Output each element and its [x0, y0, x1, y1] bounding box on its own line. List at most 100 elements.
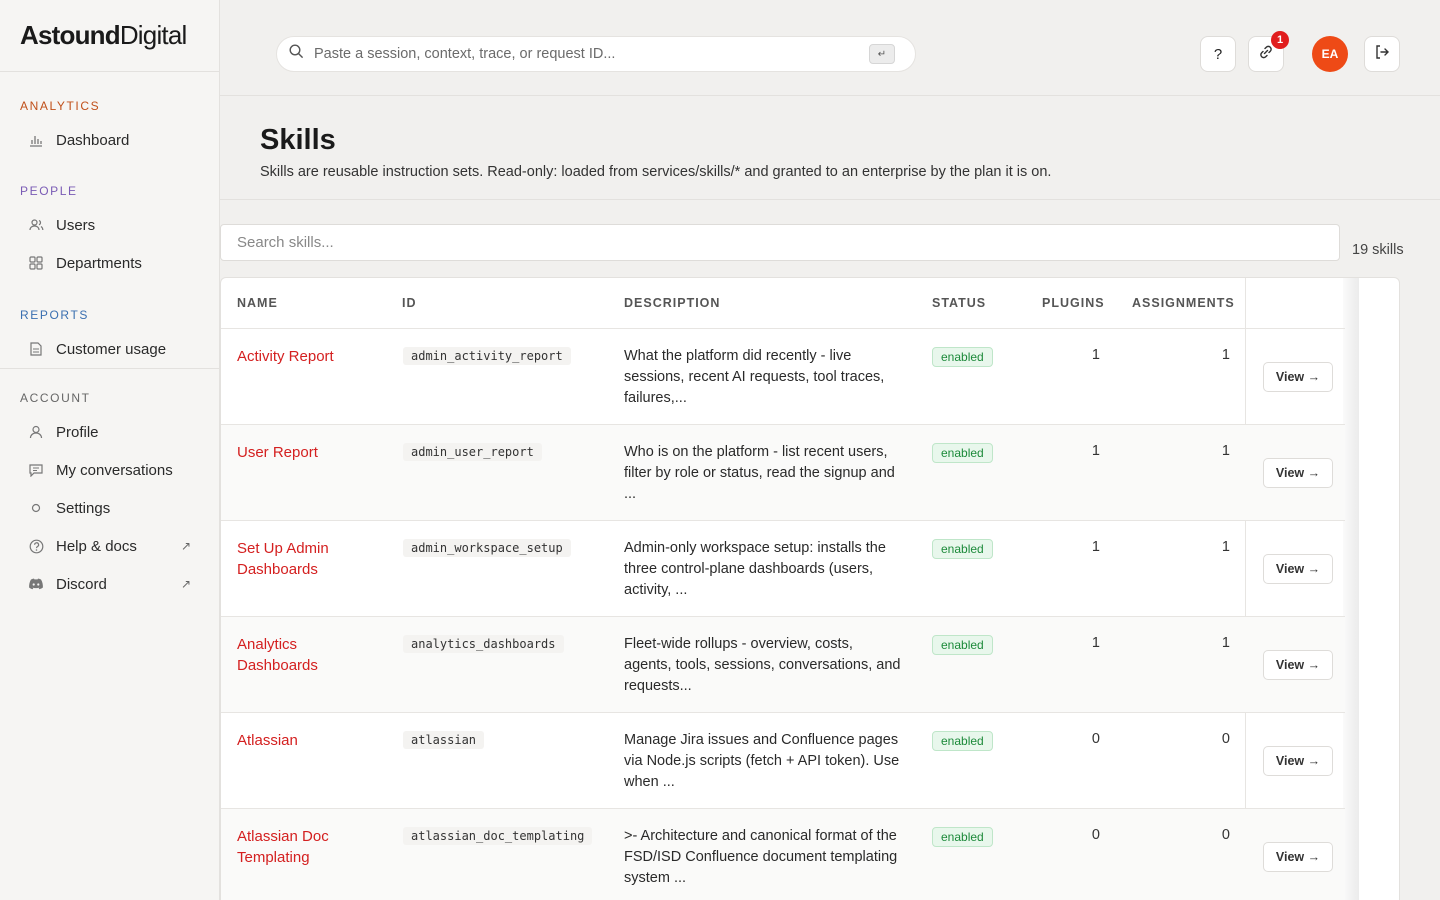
view-button[interactable]: View →	[1263, 746, 1333, 776]
sidebar-item-label: Users	[56, 216, 96, 234]
logout-icon	[1374, 44, 1390, 64]
id-search-input[interactable]: Paste a session, context, trace, or requ…	[276, 36, 916, 72]
assignments-count: 1	[1221, 539, 1230, 555]
assignments-count: 1	[1221, 443, 1230, 459]
external-link-icon: ↗	[180, 539, 191, 553]
sidebar-item-help-docs[interactable]: Help & docs ↗	[0, 527, 219, 565]
skill-description: Who is on the platform - list recent use…	[624, 444, 895, 502]
header-name[interactable]: NAME	[237, 296, 278, 310]
skills-search-input[interactable]: Search skills...	[220, 224, 1340, 261]
status-badge: enabled	[932, 635, 993, 655]
status-badge: enabled	[932, 731, 993, 751]
brand-logo[interactable]: Astound Digital	[0, 0, 219, 72]
grid-icon	[28, 255, 44, 271]
table-header: NAME ID DESCRIPTION STATUS PLUGINS ASSIG…	[221, 278, 1345, 329]
table-row: Atlassian atlassian Manage Jira issues a…	[221, 713, 1345, 809]
skill-name-link[interactable]: User Report	[237, 442, 377, 463]
assignments-count: 0	[1221, 731, 1230, 747]
table-row: Analytics Dashboards analytics_dashboard…	[221, 617, 1345, 713]
section-label-reports: REPORTS	[20, 308, 89, 322]
sidebar-item-label: Settings	[56, 499, 111, 517]
help-button[interactable]: ?	[1200, 36, 1236, 72]
sidebar-item-my-conversations[interactable]: My conversations	[0, 451, 219, 489]
sidebar-item-discord[interactable]: Discord ↗	[0, 565, 219, 603]
skill-description: Manage Jira issues and Confluence pages …	[624, 732, 900, 790]
assignments-count: 1	[1221, 347, 1230, 363]
status-badge: enabled	[932, 827, 993, 847]
skill-id: admin_activity_report	[403, 347, 571, 365]
avatar[interactable]: EA	[1312, 36, 1348, 72]
help-icon	[28, 538, 44, 554]
table-row: Activity Report admin_activity_report Wh…	[221, 329, 1345, 425]
logo-text-secondary: Digital	[119, 20, 187, 50]
sidebar-item-label: My conversations	[56, 461, 173, 479]
users-icon	[28, 217, 44, 233]
section-label-people: PEOPLE	[20, 184, 78, 198]
sidebar-item-label: Profile	[56, 423, 99, 441]
section-label-analytics: ANALYTICS	[20, 99, 101, 113]
sidebar: Astound Digital ANALYTICS Dashboard PEOPL…	[0, 0, 220, 900]
header-plugins[interactable]: PLUGINS	[1042, 296, 1105, 310]
view-button[interactable]: View →	[1263, 842, 1333, 872]
plugins-count: 1	[1091, 443, 1100, 459]
skill-id: atlassian	[403, 731, 485, 749]
page-title: Skills	[260, 124, 336, 156]
skill-description: Fleet-wide rollups - overview, costs, ag…	[624, 636, 901, 694]
view-button[interactable]: View →	[1263, 362, 1333, 392]
sidebar-item-label: Dashboard	[56, 131, 130, 149]
table-row: User Report admin_user_report Who is on …	[221, 425, 1345, 521]
header-id[interactable]: ID	[402, 296, 417, 310]
status-badge: enabled	[932, 539, 993, 559]
sidebar-item-departments[interactable]: Departments	[0, 244, 219, 282]
assignments-count: 1	[1221, 635, 1230, 651]
plugins-count: 1	[1091, 539, 1100, 555]
skill-id: atlassian_doc_templating	[403, 827, 593, 845]
skill-description: What the platform did recently - live se…	[624, 348, 885, 406]
link-button[interactable]: 1	[1248, 31, 1289, 72]
link-icon	[1258, 44, 1274, 64]
sidebar-item-label: Customer usage	[56, 340, 167, 358]
skill-name-link[interactable]: Atlassian Doc Templating	[237, 826, 377, 868]
sidebar-item-settings[interactable]: Settings	[0, 489, 219, 527]
notification-badge: 1	[1271, 31, 1289, 49]
sidebar-item-profile[interactable]: Profile	[0, 413, 219, 451]
header-description[interactable]: DESCRIPTION	[624, 296, 720, 310]
skill-description: Admin-only workspace setup: installs the…	[624, 540, 886, 598]
table-row: Atlassian Doc Templating atlassian_doc_t…	[221, 809, 1345, 900]
skill-name-link[interactable]: Set Up Admin Dashboards	[237, 538, 377, 580]
skill-name-link[interactable]: Analytics Dashboards	[237, 634, 377, 676]
skill-description: >- Architecture and canonical format of …	[624, 828, 898, 886]
skill-id: analytics_dashboards	[403, 635, 564, 653]
sidebar-item-dashboard[interactable]: Dashboard	[0, 121, 219, 159]
sidebar-item-customer-usage[interactable]: Customer usage	[0, 330, 219, 368]
page-header: Skills Skills are reusable instruction s…	[220, 96, 1440, 200]
header-status[interactable]: STATUS	[932, 296, 986, 310]
skill-name-link[interactable]: Atlassian	[237, 730, 377, 751]
skill-name-link[interactable]: Activity Report	[237, 346, 377, 367]
person-icon	[28, 424, 44, 440]
plugins-count: 1	[1091, 347, 1100, 363]
sidebar-item-users[interactable]: Users	[0, 206, 219, 244]
header-assignments[interactable]: ASSIGNMENTS	[1132, 296, 1235, 310]
status-badge: enabled	[932, 443, 993, 463]
logout-button[interactable]	[1364, 36, 1400, 72]
skill-id: admin_workspace_setup	[403, 539, 571, 557]
enter-key-hint: ↵	[869, 44, 895, 64]
sidebar-item-label: Discord	[56, 575, 107, 593]
status-badge: enabled	[932, 347, 993, 367]
external-link-icon: ↗	[180, 577, 191, 591]
plugins-count: 0	[1091, 731, 1100, 747]
view-button[interactable]: View →	[1263, 650, 1333, 680]
view-button[interactable]: View →	[1263, 458, 1333, 488]
skills-count: 19 skills	[1352, 242, 1404, 258]
search-placeholder: Paste a session, context, trace, or requ…	[314, 46, 616, 62]
circle-icon	[28, 500, 44, 516]
sidebar-item-label: Departments	[56, 254, 142, 272]
plugins-count: 0	[1091, 827, 1100, 843]
view-button[interactable]: View →	[1263, 554, 1333, 584]
table-row: Set Up Admin Dashboards admin_workspace_…	[221, 521, 1345, 617]
search-icon	[289, 44, 304, 64]
plugins-count: 1	[1091, 635, 1100, 651]
logo-text-primary: Astound	[20, 20, 121, 50]
page-subtitle: Skills are reusable instruction sets. Re…	[260, 164, 1052, 180]
